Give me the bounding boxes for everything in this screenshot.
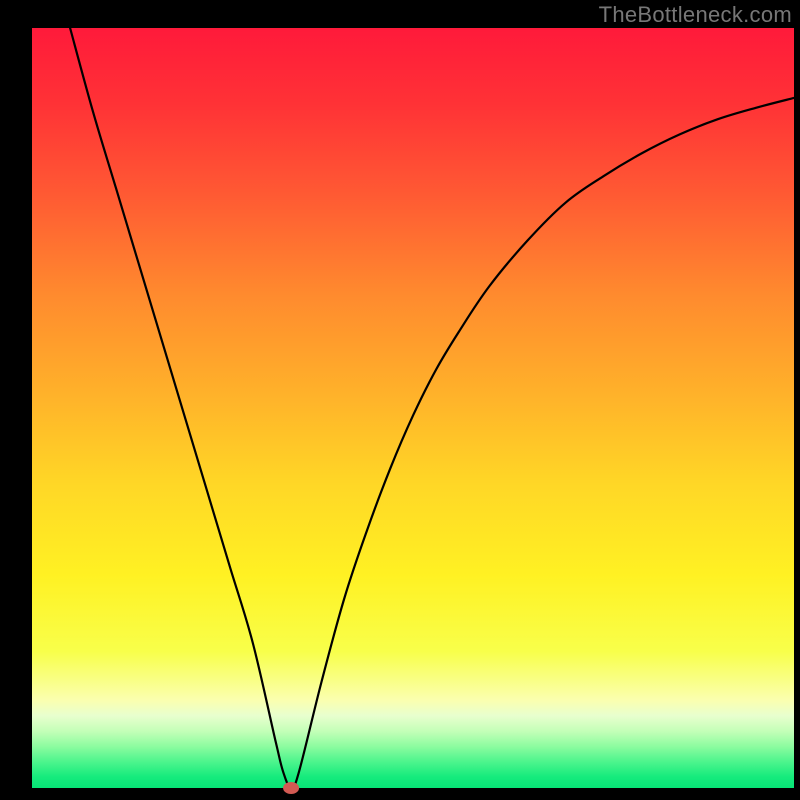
watermark-text: TheBottleneck.com xyxy=(599,2,792,28)
optimal-point-marker xyxy=(283,782,299,794)
plot-area xyxy=(32,28,794,788)
chart-frame: TheBottleneck.com xyxy=(0,0,800,800)
bottleneck-chart xyxy=(0,0,800,800)
